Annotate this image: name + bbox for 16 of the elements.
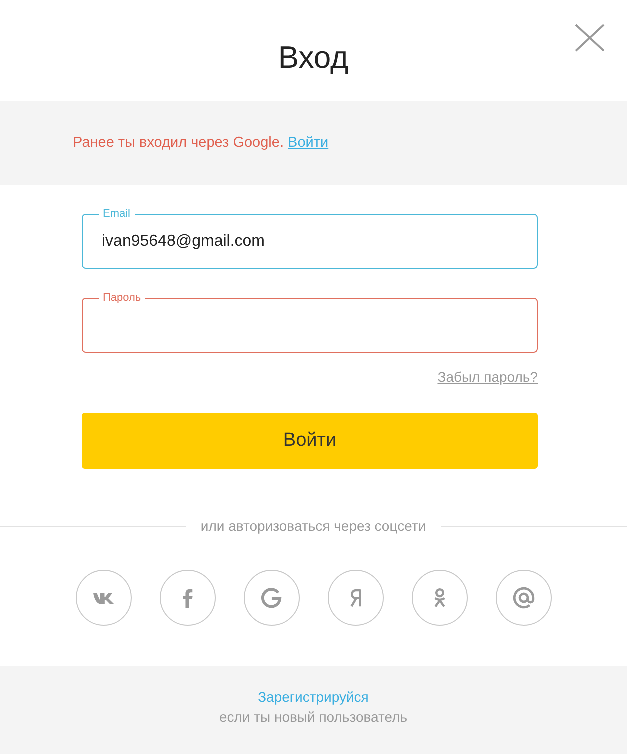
login-button[interactable]: Войти	[82, 413, 538, 469]
facebook-logo-icon	[182, 588, 192, 608]
register-link[interactable]: Зарегистрируйся	[258, 687, 369, 707]
forgot-password-link[interactable]: Забыл пароль?	[438, 369, 538, 385]
social-login-caption: или авторизоваться через соцсети	[200, 518, 426, 534]
odnoklassniki-logo-icon	[432, 588, 446, 608]
yandex-logo-icon	[350, 588, 362, 608]
google-logo-icon	[261, 588, 282, 608]
dialog-title: Вход	[278, 40, 349, 76]
login-link[interactable]: Войти	[288, 135, 329, 151]
vk-logo-icon	[92, 592, 114, 604]
at-sign-icon	[512, 587, 534, 609]
notice-text: Ранее ты входил через Google. Войти	[73, 134, 329, 152]
close-icon[interactable]	[575, 24, 605, 52]
field-label: Пароль	[99, 292, 146, 305]
signup-hint: если ты новый пользователь	[219, 708, 408, 727]
